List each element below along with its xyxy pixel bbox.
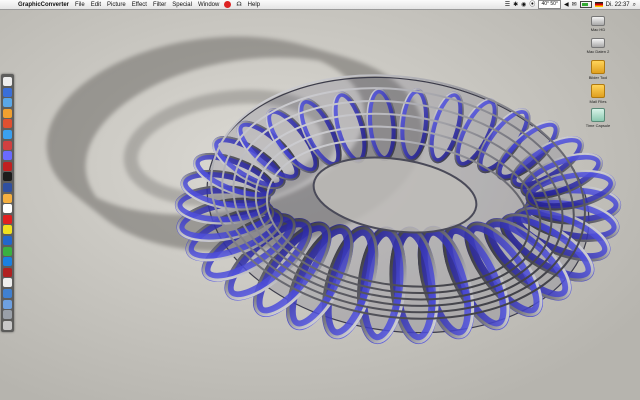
volume-icon[interactable]: ◀︎	[564, 0, 569, 10]
desktop-icon-label: Time Capsule	[585, 123, 611, 128]
menu-bar: GraphicConverter File Edit Picture Effec…	[0, 0, 640, 10]
dock-app-icon[interactable]	[3, 77, 12, 86]
folder-2-icon	[591, 84, 605, 98]
red-badge-icon[interactable]	[224, 1, 232, 8]
dock-app-icon[interactable]	[3, 183, 12, 192]
hard-drive-2-icon	[591, 38, 605, 48]
clock[interactable]: Di. 22:37	[606, 0, 630, 10]
spotlight-icon[interactable]: ⌕	[633, 0, 636, 10]
bluetooth-icon[interactable]: ✱	[513, 0, 518, 10]
dock-app-icon[interactable]	[3, 140, 12, 150]
dock-app-icon[interactable]	[3, 257, 12, 267]
menu-help[interactable]: Help	[245, 0, 263, 10]
dock-app-icon[interactable]	[3, 98, 12, 108]
dock-app-icon[interactable]	[3, 225, 12, 235]
desktop-icon-label: Mac HD	[590, 27, 606, 32]
dock-app-icon[interactable]	[3, 108, 12, 118]
dock-app-icon[interactable]	[3, 278, 12, 288]
desktop-wallpaper	[0, 10, 640, 400]
menu-picture[interactable]: Picture	[104, 0, 129, 10]
menu-edit[interactable]: Edit	[88, 0, 104, 10]
dock-app-icon[interactable]	[3, 193, 12, 203]
menu-extras: ☰ ✱ ◉ ⦿ 40° 50° ◀︎ ✉ Di. 22:37 ⌕	[505, 0, 640, 10]
dock-app-icon[interactable]	[3, 214, 12, 224]
menu-effect[interactable]: Effect	[129, 0, 150, 10]
temperature-readout[interactable]: 40° 50°	[538, 0, 561, 9]
script-menu-icon[interactable]: ☊	[233, 0, 244, 10]
menu-extra-list-icon[interactable]: ☰	[505, 0, 510, 10]
menu-filter[interactable]: Filter	[150, 0, 169, 10]
input-flag-icon[interactable]	[594, 2, 603, 7]
app-menu[interactable]: GraphicConverter	[15, 0, 72, 10]
dock-app-icon[interactable]	[3, 161, 12, 171]
timemachine-icon[interactable]: ⦿	[529, 0, 535, 10]
hard-drive-icon	[591, 16, 605, 26]
dock-app-icon[interactable]	[3, 130, 12, 139]
desktop-icon-hd[interactable]: Mac HD	[580, 14, 616, 32]
dock-app-icon[interactable]	[3, 320, 12, 330]
battery-icon[interactable]	[579, 1, 592, 8]
desktop-icon-hd2[interactable]: Mac Daten 2	[580, 36, 616, 54]
dock-app-icon[interactable]	[3, 267, 12, 277]
monitor-icon	[591, 108, 605, 122]
desktop-icon-folder[interactable]: Bilder Tool	[580, 60, 616, 80]
sync-icon[interactable]: ◉	[521, 0, 526, 10]
dock-app-icon[interactable]	[3, 87, 12, 97]
dock-app-icon[interactable]	[3, 172, 12, 182]
menu-special[interactable]: Special	[169, 0, 195, 10]
menu-file[interactable]: File	[72, 0, 88, 10]
dock-app-icon[interactable]	[3, 310, 12, 320]
dock	[1, 74, 14, 332]
folder-icon	[591, 60, 605, 74]
dock-app-icon[interactable]	[3, 151, 12, 161]
menu-window[interactable]: Window	[195, 0, 222, 10]
desktop-icon-folder2[interactable]: Mail Files	[580, 84, 616, 104]
mail-icon[interactable]: ✉	[572, 0, 577, 10]
dock-app-icon[interactable]	[3, 119, 12, 129]
desktop-icon-label: Mac Daten 2	[586, 49, 610, 54]
desktop-icon-label: Bilder Tool	[588, 75, 608, 80]
desktop-icon-label: Mail Files	[589, 99, 607, 104]
desktop-icon-timecapsule[interactable]: Time Capsule	[580, 108, 616, 128]
dock-app-icon[interactable]	[3, 236, 12, 245]
dock-app-icon[interactable]	[3, 289, 12, 298]
dock-app-icon[interactable]	[3, 204, 12, 214]
dock-app-icon[interactable]	[3, 299, 12, 309]
dock-app-icon[interactable]	[3, 246, 12, 256]
